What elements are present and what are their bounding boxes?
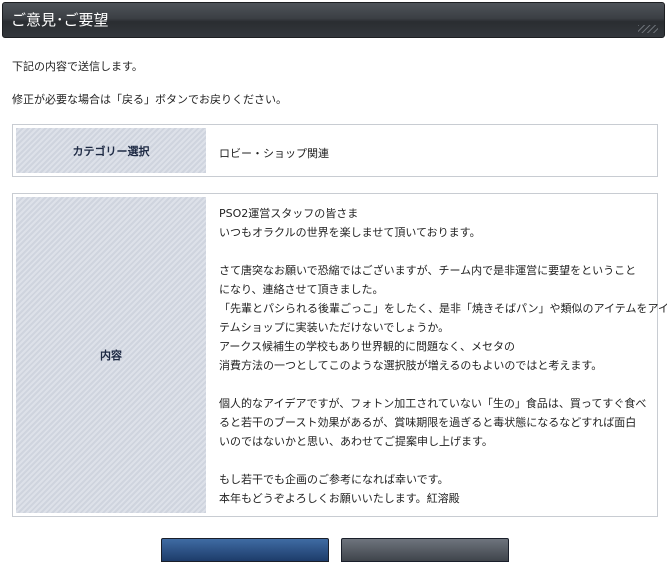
category-row: カテゴリー選択 ロビー・ショップ関連: [12, 124, 658, 177]
content-label: 内容: [16, 197, 206, 513]
send-button[interactable]: [161, 538, 329, 562]
content-line: [219, 242, 647, 261]
content-line: [219, 451, 647, 470]
content-line: PSO2運営スタッフの皆さま: [219, 207, 359, 220]
content-line: ると若干のブースト効果があるが、賞味期限を過ぎると毒状態になるなどすれば面白: [219, 416, 637, 429]
intro-text-back-hint: 修正が必要な場合は「戻る」ボタンでお戻りください。: [12, 93, 287, 106]
content-line: さて唐突なお願いで恐縮ではございますが、チーム内で是非運営に要望をということ: [219, 264, 637, 277]
intro-text-send: 下記の内容で送信します。: [12, 60, 143, 73]
content-body: PSO2運営スタッフの皆さま いつもオラクルの世界を楽しませて頂いております。 …: [219, 204, 667, 508]
page-title: ご意見･ご要望: [11, 11, 109, 29]
content-line: になり、連絡させて頂きました。: [219, 283, 384, 296]
content-line: [219, 375, 647, 394]
category-label: カテゴリー選択: [16, 128, 206, 173]
back-button[interactable]: [341, 538, 509, 562]
content-line: 「先輩とパシられる後輩ごっこ」をしたく、是非「焼きそばパン」や類似のアイテムをア…: [219, 302, 667, 315]
page-header: ご意見･ご要望: [2, 2, 665, 38]
content-line: 個人的なアイデアですが、フォトン加工されていない「生の」食品は、買ってすぐ食べ: [219, 397, 647, 410]
content-line: アークス候補生の学校もあり世界観的に問題なく、メセタの: [219, 340, 516, 353]
content-line: いのではないかと思い、あわせてご提案申し上げます。: [219, 435, 493, 448]
header-grip-decoration: [638, 25, 658, 33]
content-line: もし若干でも企画のご参考になれば幸いです。: [219, 473, 449, 486]
content-line: 消費方法の一つとしてこのような選択肢が増えるのもよいのではと考えます。: [219, 359, 603, 372]
content-line: いつもオラクルの世界を楽しませて頂いております。: [219, 226, 481, 239]
content-line: 本年もどうぞよろしくお願いいたします。紅溶殿: [219, 492, 460, 505]
category-value: ロビー・ショップ関連: [219, 147, 329, 160]
content-row: 内容 PSO2運営スタッフの皆さま いつもオラクルの世界を楽しませて頂いておりま…: [12, 193, 667, 517]
content-line: テムショップに実装いただけないでしょうか。: [219, 321, 450, 334]
